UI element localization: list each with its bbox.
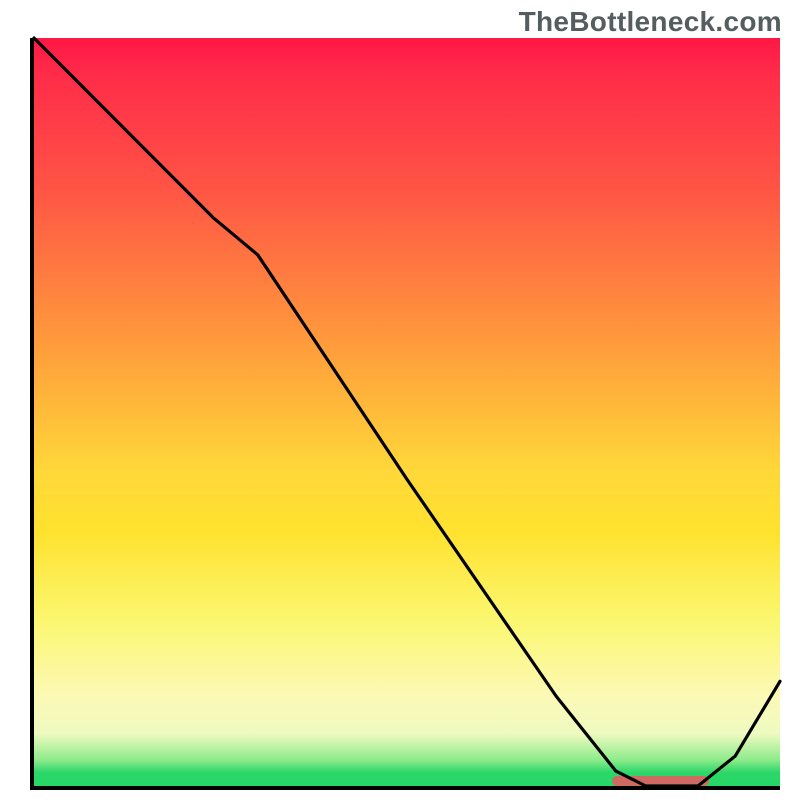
bottleneck-curve-path bbox=[34, 38, 780, 786]
watermark-text: TheBottleneck.com bbox=[519, 6, 782, 38]
bottleneck-curve-svg bbox=[34, 38, 780, 786]
chart-plot-area bbox=[30, 38, 780, 790]
